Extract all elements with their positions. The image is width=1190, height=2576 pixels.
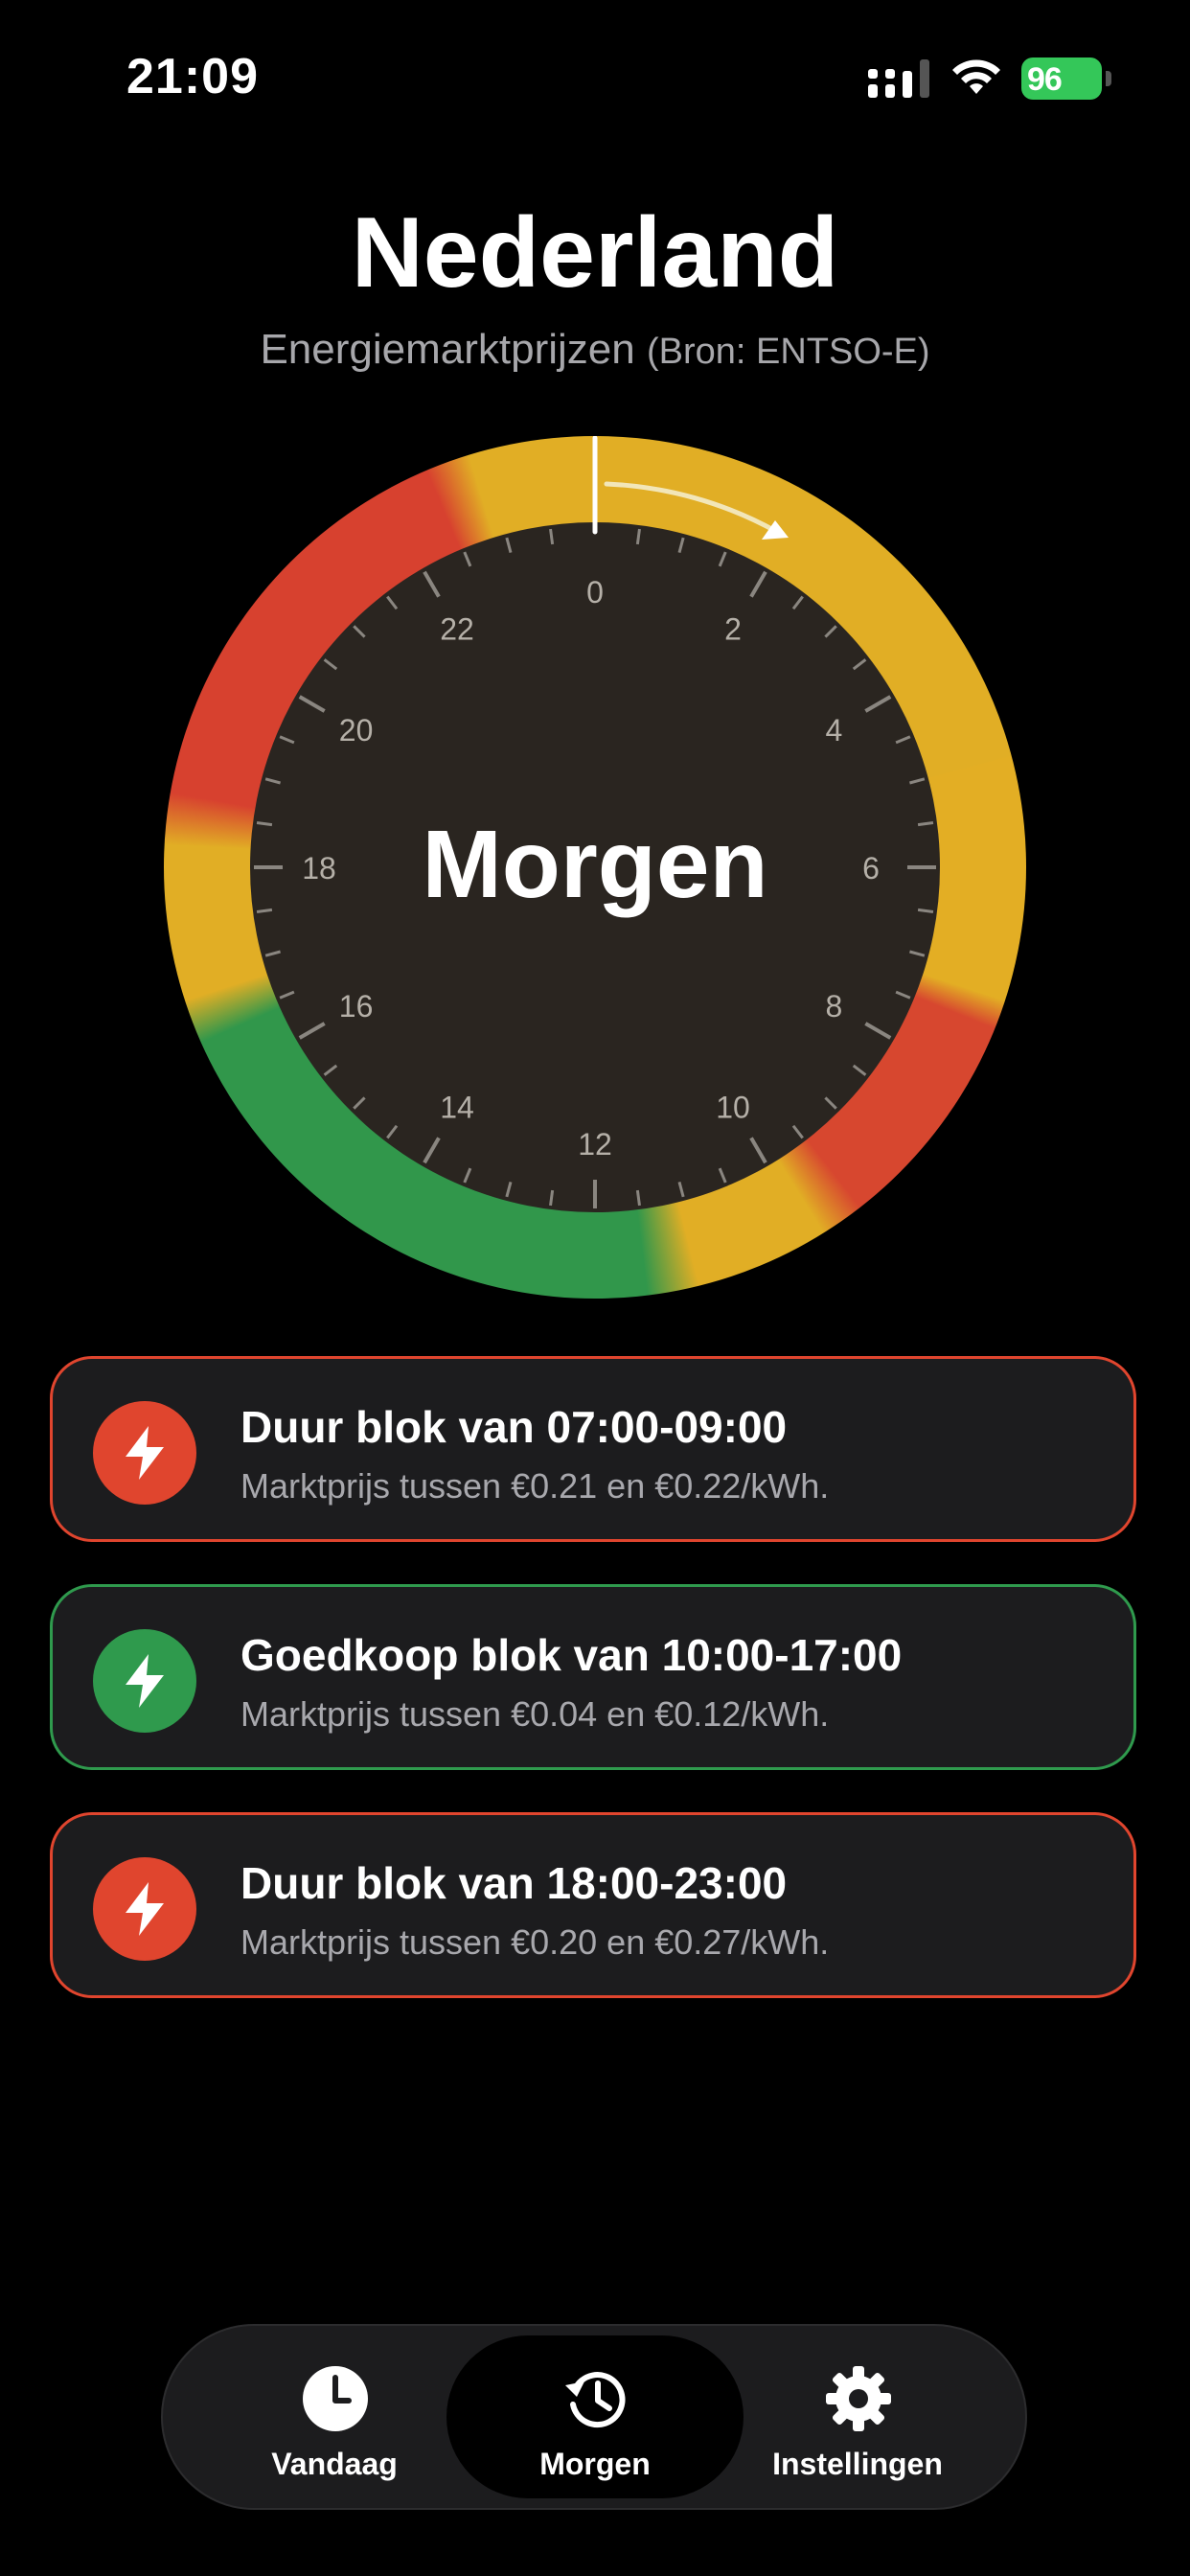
dial-tick: [677, 537, 685, 553]
dial-tick: [298, 695, 326, 713]
dial-tick: [864, 695, 892, 713]
dial-tick: [909, 777, 926, 785]
dial-tick: [264, 777, 281, 785]
battery-icon: 96: [1021, 58, 1113, 100]
dial-tick: [864, 1022, 892, 1040]
dial-tick: [353, 1096, 366, 1110]
tab-label: Instellingen: [772, 2447, 943, 2481]
wifi-icon: [952, 59, 1000, 94]
page-subtitle: Energiemarktprijzen (Bron: ENTSO-E): [0, 326, 1190, 374]
price-block-card[interactable]: Duur blok van 18:00-23:00 Marktprijs tus…: [50, 1812, 1136, 1998]
hour-label: 10: [716, 1090, 750, 1124]
dial-tick: [463, 1167, 472, 1184]
price-block-range: Marktprijs tussen €0.20 en €0.27/kWh.: [240, 1922, 830, 1962]
dial-tick: [423, 570, 441, 598]
tab-label: Morgen: [539, 2447, 651, 2481]
hour-label: 0: [586, 575, 604, 610]
hour-label: 4: [826, 713, 843, 748]
dial-tick: [386, 1124, 399, 1139]
dial-tick: [749, 570, 767, 598]
dial-tick: [718, 551, 727, 567]
tab-instellingen[interactable]: Instellingen: [709, 2335, 1006, 2498]
dial-center-label: Morgen: [422, 811, 768, 918]
dial-tick: [549, 528, 555, 545]
dial-tick: [677, 1182, 685, 1198]
dial-tick: [298, 1022, 326, 1040]
dial-tick: [505, 1182, 513, 1198]
tab-bar: Vandaag Morgen Instellingen: [161, 2324, 1027, 2510]
subtitle-source: (Bron: ENTSO-E): [646, 332, 930, 372]
page-title: Nederland: [351, 197, 839, 309]
dial-tick: [323, 658, 338, 671]
hour-label: 16: [339, 989, 374, 1024]
price-blocks-list: Duur blok van 07:00-09:00 Marktprijs tus…: [50, 1356, 1140, 2040]
dial-tick: [895, 990, 911, 1000]
clock-icon: [303, 2366, 368, 2431]
gear-icon: [826, 2366, 891, 2431]
dial-tick: [852, 1064, 867, 1076]
cellular-signal-icon: [868, 59, 929, 98]
status-time: 21:09: [126, 49, 259, 104]
dial-tick: [505, 537, 513, 553]
price-block-title: Duur blok van 07:00-09:00: [240, 1402, 788, 1452]
hour-label: 14: [440, 1090, 474, 1124]
price-block-range: Marktprijs tussen €0.21 en €0.22/kWh.: [240, 1466, 830, 1506]
hour-label: 8: [826, 989, 843, 1024]
hour-label: 22: [440, 612, 474, 647]
price-block-card[interactable]: Goedkoop blok van 10:00-17:00 Marktprijs…: [50, 1584, 1136, 1770]
dial-tick: [895, 735, 911, 745]
dial-tick: [635, 1189, 641, 1207]
price-dial: 0 2 4 6 8 10 12 14 16 18 20 22 Morgen: [164, 436, 1026, 1299]
price-block-title: Goedkoop blok van 10:00-17:00: [240, 1630, 903, 1680]
hour-label: 2: [724, 612, 742, 647]
dial-tick: [463, 551, 472, 567]
hour-label: 12: [578, 1127, 612, 1162]
price-block-range: Marktprijs tussen €0.04 en €0.12/kWh.: [240, 1694, 830, 1734]
dial-tick: [423, 1137, 441, 1164]
tab-vandaag[interactable]: Vandaag: [186, 2335, 483, 2498]
dial-tick: [279, 990, 295, 1000]
dial-tick: [909, 950, 926, 957]
hour-label: 20: [339, 713, 374, 748]
dial-tick: [635, 528, 641, 545]
dial-tick: [279, 735, 295, 745]
lightning-icon: [93, 1401, 196, 1505]
lightning-icon: [93, 1857, 196, 1961]
price-block-title: Duur blok van 18:00-23:00: [240, 1858, 788, 1908]
subtitle-main: Energiemarktprijzen: [260, 326, 635, 373]
history-icon: [565, 2372, 626, 2427]
dial-tick: [549, 1189, 555, 1207]
battery-level: 96: [1027, 61, 1063, 98]
dial-tick: [386, 595, 399, 610]
dial-tick: [353, 625, 366, 638]
dial-tick: [264, 950, 281, 957]
dial-tick: [791, 595, 804, 610]
dial-tick: [824, 625, 837, 638]
status-bar: 21:09 96: [0, 0, 1190, 144]
dial-tick: [323, 1064, 338, 1076]
dial-tick: [791, 1124, 804, 1139]
dial-tick: [718, 1167, 727, 1184]
dial-tick: [852, 658, 867, 671]
tab-label: Vandaag: [271, 2447, 398, 2481]
tab-morgen[interactable]: Morgen: [446, 2335, 744, 2498]
direction-arc: [604, 481, 780, 535]
dial-tick: [824, 1096, 837, 1110]
lightning-icon: [93, 1629, 196, 1733]
dial-tick: [749, 1137, 767, 1164]
price-block-card[interactable]: Duur blok van 07:00-09:00 Marktprijs tus…: [50, 1356, 1136, 1542]
